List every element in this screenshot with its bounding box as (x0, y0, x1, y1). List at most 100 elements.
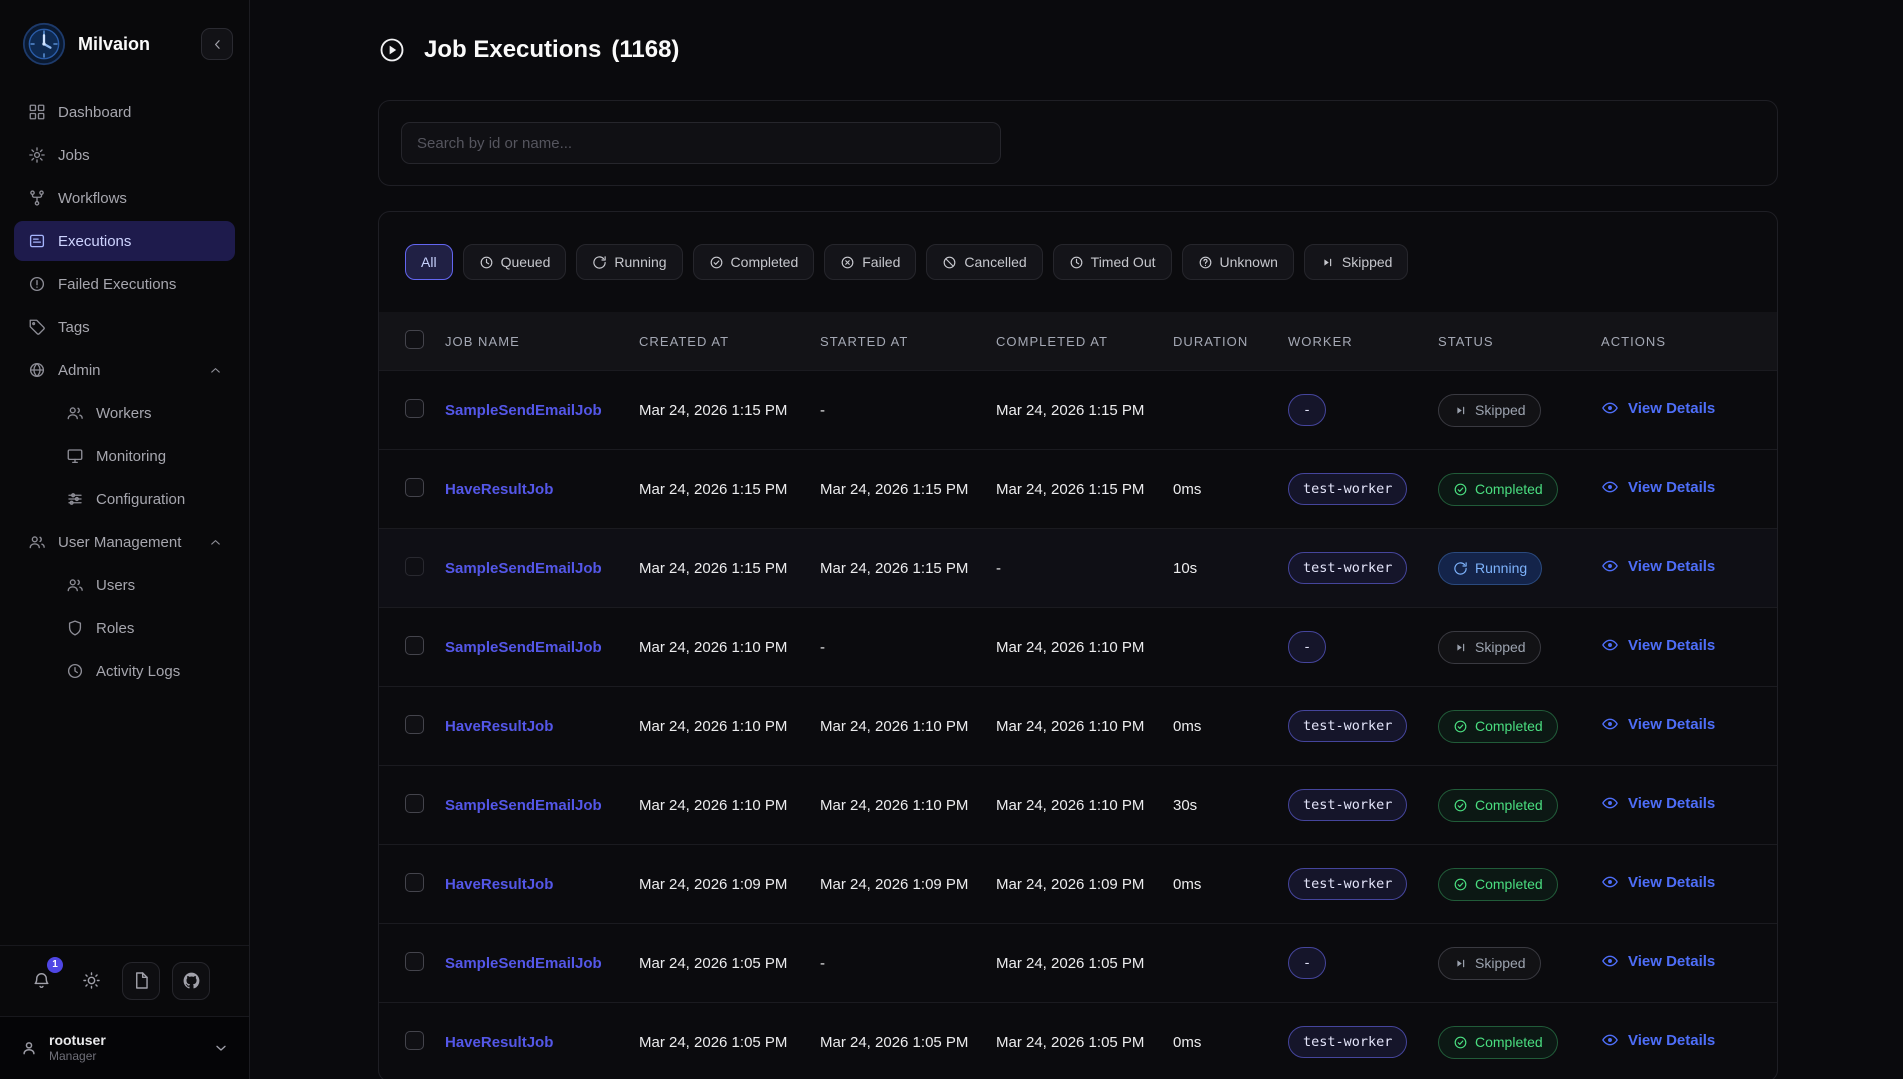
row-checkbox[interactable] (405, 399, 424, 418)
row-checkbox[interactable] (405, 636, 424, 655)
view-details-link[interactable]: View Details (1601, 1031, 1715, 1049)
row-checkbox[interactable] (405, 952, 424, 971)
page-title-text: Job Executions (424, 36, 601, 64)
filter-completed[interactable]: Completed (693, 244, 815, 280)
table-row: SampleSendEmailJobMar 24, 2026 1:10 PMMa… (379, 765, 1777, 844)
view-details-link[interactable]: View Details (1601, 478, 1715, 496)
view-details-label: View Details (1628, 953, 1715, 970)
sidebar-item-executions[interactable]: Executions (14, 221, 235, 261)
job-name-link[interactable]: SampleSendEmailJob (445, 955, 602, 972)
filter-cancelled[interactable]: Cancelled (926, 244, 1042, 280)
job-name-link[interactable]: SampleSendEmailJob (445, 560, 602, 577)
filter-all[interactable]: All (405, 244, 453, 280)
filter-label: Failed (862, 254, 900, 270)
search-input[interactable] (401, 122, 1001, 164)
status-badge: Completed (1438, 868, 1558, 901)
table-row: HaveResultJobMar 24, 2026 1:10 PMMar 24,… (379, 686, 1777, 765)
sidebar-item-admin[interactable]: Admin (14, 350, 235, 390)
filter-failed[interactable]: Failed (824, 244, 916, 280)
job-name-link[interactable]: SampleSendEmailJob (445, 797, 602, 814)
executions-panel: All Queued Running Completed Failed Cancelled… (378, 211, 1778, 1079)
notifications-button[interactable]: 1 (22, 962, 60, 1000)
sidebar-item-label: Failed Executions (58, 276, 223, 293)
sidebar-item-jobs[interactable]: Jobs (14, 135, 235, 175)
filter-label: Queued (501, 254, 551, 270)
view-details-label: View Details (1628, 479, 1715, 496)
view-details-link[interactable]: View Details (1601, 399, 1715, 417)
job-name-link[interactable]: HaveResultJob (445, 481, 553, 498)
filter-queued[interactable]: Queued (463, 244, 567, 280)
sidebar-item-tags[interactable]: Tags (14, 307, 235, 347)
view-details-link[interactable]: View Details (1601, 873, 1715, 891)
check-circle-icon (1453, 798, 1468, 813)
view-details-link[interactable]: View Details (1601, 794, 1715, 812)
sidebar-item-label: Admin (58, 362, 196, 379)
status-label: Skipped (1475, 639, 1526, 655)
filter-label: Unknown (1220, 254, 1278, 270)
bell-icon (32, 971, 51, 990)
job-name-link[interactable]: HaveResultJob (445, 876, 553, 893)
sidebar-item-dashboard[interactable]: Dashboard (14, 92, 235, 132)
table-header: JOB NAMECREATED ATSTARTED ATCOMPLETED AT… (379, 312, 1777, 370)
status-badge: Completed (1438, 789, 1558, 822)
sidebar-item-label: User Management (58, 534, 196, 551)
view-details-label: View Details (1628, 716, 1715, 733)
view-details-link[interactable]: View Details (1601, 636, 1715, 654)
github-button[interactable] (172, 962, 210, 1000)
sidebar-item-user-management[interactable]: User Management (14, 522, 235, 562)
view-details-link[interactable]: View Details (1601, 557, 1715, 575)
filter-running[interactable]: Running (576, 244, 682, 280)
sidebar-item-label: Configuration (96, 491, 223, 508)
started-at-cell: Mar 24, 2026 1:10 PM (820, 797, 996, 814)
sidebar-item-failed-executions[interactable]: Failed Executions (14, 264, 235, 304)
filter-timed-out[interactable]: Timed Out (1053, 244, 1172, 280)
job-name-link[interactable]: HaveResultJob (445, 718, 553, 735)
column-header: COMPLETED AT (996, 334, 1173, 349)
status-badge: Completed (1438, 1026, 1558, 1059)
sidebar-item-workers[interactable]: Workers (14, 393, 235, 433)
sidebar-item-users[interactable]: Users (14, 565, 235, 605)
sun-icon (82, 971, 101, 990)
started-at-cell: Mar 24, 2026 1:15 PM (820, 560, 996, 577)
job-name-link[interactable]: SampleSendEmailJob (445, 402, 602, 419)
user-menu[interactable]: rootuser Manager (0, 1016, 249, 1079)
view-details-link[interactable]: View Details (1601, 715, 1715, 733)
sidebar-item-workflows[interactable]: Workflows (14, 178, 235, 218)
users-icon (66, 404, 84, 422)
row-checkbox[interactable] (405, 557, 424, 576)
chevron-down-icon (213, 1040, 229, 1056)
status-label: Skipped (1475, 955, 1526, 971)
check-circle-icon (1453, 719, 1468, 734)
theme-button[interactable] (72, 962, 110, 1000)
row-checkbox[interactable] (405, 715, 424, 734)
select-all-checkbox[interactable] (405, 330, 424, 349)
row-checkbox[interactable] (405, 794, 424, 813)
created-at-cell: Mar 24, 2026 1:05 PM (639, 1034, 820, 1051)
job-name-link[interactable]: HaveResultJob (445, 1034, 553, 1051)
sidebar-item-activity-logs[interactable]: Activity Logs (14, 651, 235, 691)
completed-at-cell: Mar 24, 2026 1:15 PM (996, 481, 1173, 498)
row-checkbox[interactable] (405, 1031, 424, 1050)
created-at-cell: Mar 24, 2026 1:10 PM (639, 639, 820, 656)
users-icon (66, 576, 84, 594)
status-label: Completed (1475, 718, 1543, 734)
job-name-link[interactable]: SampleSendEmailJob (445, 639, 602, 656)
view-details-label: View Details (1628, 795, 1715, 812)
sidebar-item-monitoring[interactable]: Monitoring (14, 436, 235, 476)
sidebar-collapse-button[interactable] (201, 28, 233, 60)
view-details-link[interactable]: View Details (1601, 952, 1715, 970)
sidebar-item-configuration[interactable]: Configuration (14, 479, 235, 519)
eye-icon (1601, 1031, 1619, 1049)
started-at-cell: - (820, 402, 996, 419)
docs-button[interactable] (122, 962, 160, 1000)
monitor-icon (66, 447, 84, 465)
row-checkbox[interactable] (405, 873, 424, 892)
row-checkbox[interactable] (405, 478, 424, 497)
worker-badge: - (1288, 947, 1326, 979)
sidebar-item-roles[interactable]: Roles (14, 608, 235, 648)
skip-icon (1453, 640, 1468, 655)
filter-skipped[interactable]: Skipped (1304, 244, 1409, 280)
completed-at-cell: Mar 24, 2026 1:05 PM (996, 1034, 1173, 1051)
filter-unknown[interactable]: Unknown (1182, 244, 1294, 280)
question-circle-icon (1198, 255, 1213, 270)
